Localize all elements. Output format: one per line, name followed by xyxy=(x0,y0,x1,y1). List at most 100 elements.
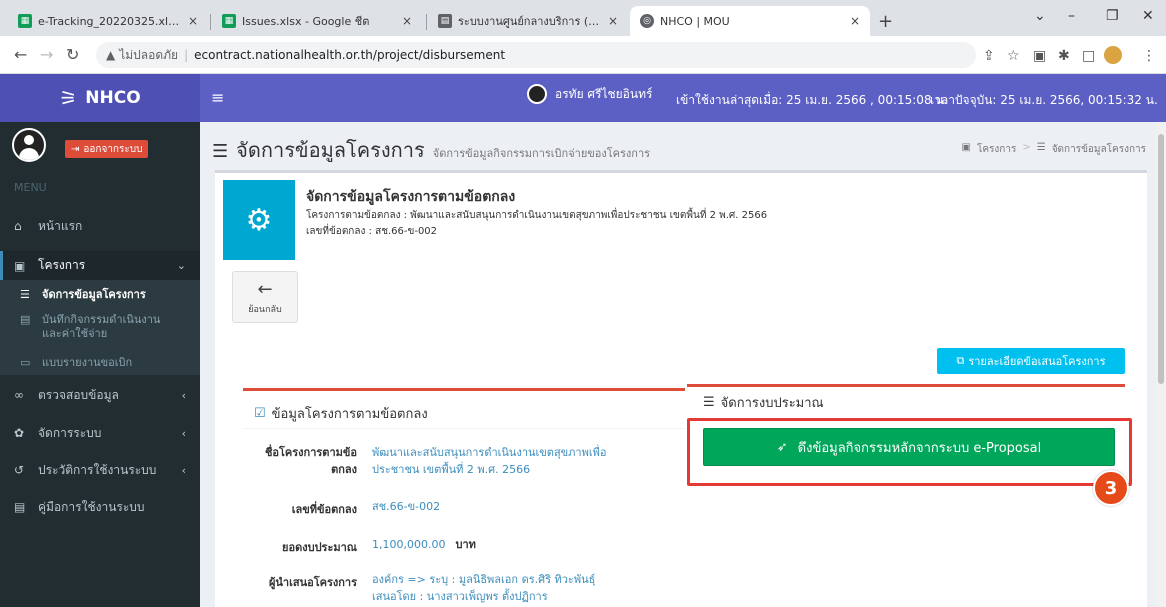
gear-icon: ✿ xyxy=(14,426,25,440)
sidebar-item-home[interactable]: ⌂ หน้าแรก xyxy=(0,212,200,240)
history-icon: ↺ xyxy=(14,463,25,477)
external-link-icon: ⧉ xyxy=(956,354,965,367)
profile-avatar[interactable] xyxy=(1104,46,1122,64)
bookmark-star-icon[interactable]: ☆ xyxy=(1007,48,1020,64)
sidebar-item-usage-history[interactable]: ↺ ประวัติการใช้งานระบบ ‹ xyxy=(0,457,200,483)
logout-button[interactable]: ⇥ ออกจากระบบ xyxy=(65,140,149,158)
sheets-icon: ▦ xyxy=(222,14,236,28)
back-button[interactable]: ← ย้อนกลับ xyxy=(232,271,298,323)
gear-icon: ⚙ xyxy=(223,180,295,260)
user-name: อรทัย ศรีไชยอินทร์ xyxy=(555,86,653,101)
page-title: จัดการข้อมูลโครงการ xyxy=(236,138,425,162)
sheets-icon: ▦ xyxy=(18,14,32,28)
current-time-text: เวลาปัจจุบัน: 25 เม.ย. 2566, 00:15:32 น. xyxy=(930,93,1158,107)
brand-logo[interactable]: ⚞ NHCO xyxy=(0,74,200,122)
address-divider: | xyxy=(184,48,189,62)
address-bar[interactable]: ▲ ไม่ปลอดภัย | econtract.nationalhealth.… xyxy=(96,42,976,68)
back-arrow-icon: ← xyxy=(257,278,273,300)
submenu-label: บันทึกกิจกรรมดำเนินงาน และค่าใช้จ่าย xyxy=(42,313,160,341)
tab-title: Issues.xlsx - Google ชีต xyxy=(242,15,370,28)
sidebar-item-label: หน้าแรก xyxy=(38,218,83,233)
page-header: ☰ จัดการข้อมูลโครงการ จัดการข้อมูลกิจกรร… xyxy=(212,134,650,166)
checkbox-icon: ☑ xyxy=(254,406,266,421)
sidebar-item-label: ตรวจสอบข้อมูล xyxy=(38,387,119,402)
budget-value: 1,100,000.00 บาท xyxy=(372,536,476,553)
step-number-badge: 3 xyxy=(1093,470,1129,506)
browser-tab-2[interactable]: ▦ Issues.xlsx - Google ชีต × xyxy=(212,6,422,36)
tab-title: e-Tracking_20220325.xlsx - Goog xyxy=(38,14,182,28)
sidebar-item-project[interactable]: ▣ โครงการ ⌄ xyxy=(0,251,200,280)
agreement-number-value: สช.66-ข-002 xyxy=(372,500,441,513)
document-icon: ▤ xyxy=(20,313,31,326)
browser-tab-4[interactable]: ◎ NHCO | MOU × xyxy=(630,6,870,36)
share-icon[interactable]: ⇪ xyxy=(983,48,995,64)
submenu-item-activity-log[interactable]: ▤ บันทึกกิจกรรมดำเนินงาน และค่าใช้จ่าย xyxy=(0,313,200,341)
breadcrumb-item-project[interactable]: โครงการ xyxy=(977,142,1016,157)
panel-title-text: ข้อมูลโครงการตามข้อตกลง xyxy=(271,407,428,422)
budget-amount: 1,100,000.00 xyxy=(372,538,446,551)
panel-divider xyxy=(243,428,685,429)
sidebar-item-verify-data[interactable]: ∞ ตรวจสอบข้อมูล ‹ xyxy=(0,382,200,408)
scrollbar-thumb[interactable] xyxy=(1158,134,1164,384)
close-icon[interactable]: × xyxy=(850,14,860,28)
globe-icon: ◎ xyxy=(640,14,654,28)
submenu-label: แบบรายงานขอเบิก xyxy=(42,356,133,369)
list-icon: ☰ xyxy=(20,288,30,301)
browser-tab-3[interactable]: ▤ ระบบงานศูนย์กลางบริการ (e-Service × xyxy=(428,6,628,36)
sidebar-item-label: คู่มือการใช้งานระบบ xyxy=(38,499,145,514)
submenu-item-disbursement-report[interactable]: ▭ แบบรายงานขอเบิก xyxy=(0,356,200,370)
budget-unit: บาท xyxy=(455,538,476,551)
browser-tab-1[interactable]: ▦ e-Tracking_20220325.xlsx - Goog × xyxy=(8,6,208,36)
header-user[interactable]: อรทัย ศรีไชยอินทร์ xyxy=(527,84,652,104)
chevron-left-icon: ‹ xyxy=(181,426,186,440)
close-icon[interactable]: × xyxy=(402,14,412,28)
proposer-organization: องค์กร => ระบุ : มูลนิธิพลเอก ดร.ศิริ ทิ… xyxy=(372,573,596,586)
brand-name: NHCO xyxy=(85,88,141,108)
form-icon: ▭ xyxy=(20,356,31,369)
url-text[interactable]: econtract.nationalhealth.or.th/project/d… xyxy=(194,48,505,62)
project-name-label: ชื่อโครงการตามข้อ ตกลง xyxy=(252,444,357,478)
project-proposal-detail-button[interactable]: ⧉ รายละเอียดข้อเสนอโครงการ xyxy=(937,348,1125,374)
agreement-number-label: เลขที่ข้อตกลง xyxy=(291,503,357,516)
breadcrumb-separator: > xyxy=(1022,142,1031,153)
breadcrumb-list-icon: ☰ xyxy=(1036,142,1046,153)
sidebar-item-user-manual[interactable]: ▤ คู่มือการใช้งานระบบ xyxy=(0,494,200,520)
tab-title: ระบบงานศูนย์กลางบริการ (e-Service xyxy=(458,15,602,28)
proposer-label: ผู้นำเสนอโครงการ xyxy=(268,576,357,589)
back-arrow-icon[interactable]: ← xyxy=(14,45,27,64)
chevron-left-icon: ‹ xyxy=(181,388,186,402)
tab-title: NHCO | MOU xyxy=(660,14,730,28)
forward-arrow-icon[interactable]: → xyxy=(40,45,53,64)
close-icon[interactable]: × xyxy=(608,14,618,28)
info-agreement-number: เลขที่ข้อตกลง : สช.66-ข-002 xyxy=(306,226,438,237)
last-login-text: เข้าใช้งานล่าสุดเมื่อ: 25 เม.ย. 2566 , 0… xyxy=(676,93,948,107)
security-label[interactable]: ไม่ปลอดภัย xyxy=(119,46,178,65)
window-close-icon[interactable]: ✕ xyxy=(1142,8,1154,24)
tab-search-icon[interactable]: ⌄ xyxy=(1034,8,1046,24)
restore-icon[interactable]: ❐ xyxy=(1106,8,1119,24)
user-avatar-icon xyxy=(527,84,547,104)
logout-label: ออกจากระบบ xyxy=(83,143,143,155)
sidebar-item-label: ประวัติการใช้งานระบบ xyxy=(38,462,157,477)
side-panel-icon[interactable]: □ xyxy=(1082,48,1095,64)
new-tab-button[interactable]: + xyxy=(878,11,893,32)
kebab-menu-icon[interactable]: ⋮ xyxy=(1142,48,1156,64)
home-icon: ⌂ xyxy=(14,219,22,233)
hamburger-menu-icon[interactable]: ≡ xyxy=(211,88,224,107)
value-line1: พัฒนาและสนับสนุนการดำเนินงานเขตสุขภาพเพื… xyxy=(372,446,607,459)
manual-icon: ▤ xyxy=(14,500,26,514)
sidebar-item-label: จัดการระบบ xyxy=(38,425,102,440)
close-icon[interactable]: × xyxy=(188,14,198,28)
reload-icon[interactable]: ↻ xyxy=(66,45,79,64)
sidebar-item-system-management[interactable]: ✿ จัดการระบบ ‹ xyxy=(0,420,200,446)
tab-divider xyxy=(210,14,211,30)
submenu-label: จัดการข้อมูลโครงการ xyxy=(42,288,146,301)
agreement-info-title: ☑ ข้อมูลโครงการตามข้อตกลง xyxy=(254,403,428,424)
info-title: จัดการข้อมูลโครงการตามข้อตกลง xyxy=(306,189,516,205)
minimize-icon[interactable]: – xyxy=(1068,8,1075,24)
proposer-value: องค์กร => ระบุ : มูลนิธิพลเอก ดร.ศิริ ทิ… xyxy=(372,571,595,605)
puzzle-icon[interactable]: ✱ xyxy=(1058,48,1070,64)
submenu-item-manage-project[interactable]: ☰ จัดการข้อมูลโครงการ xyxy=(0,288,200,302)
value-line2: ประชาชน เขตพื้นที่ 2 พ.ศ. 2566 xyxy=(372,463,531,476)
extension-icon[interactable]: ▣ xyxy=(1033,48,1046,64)
